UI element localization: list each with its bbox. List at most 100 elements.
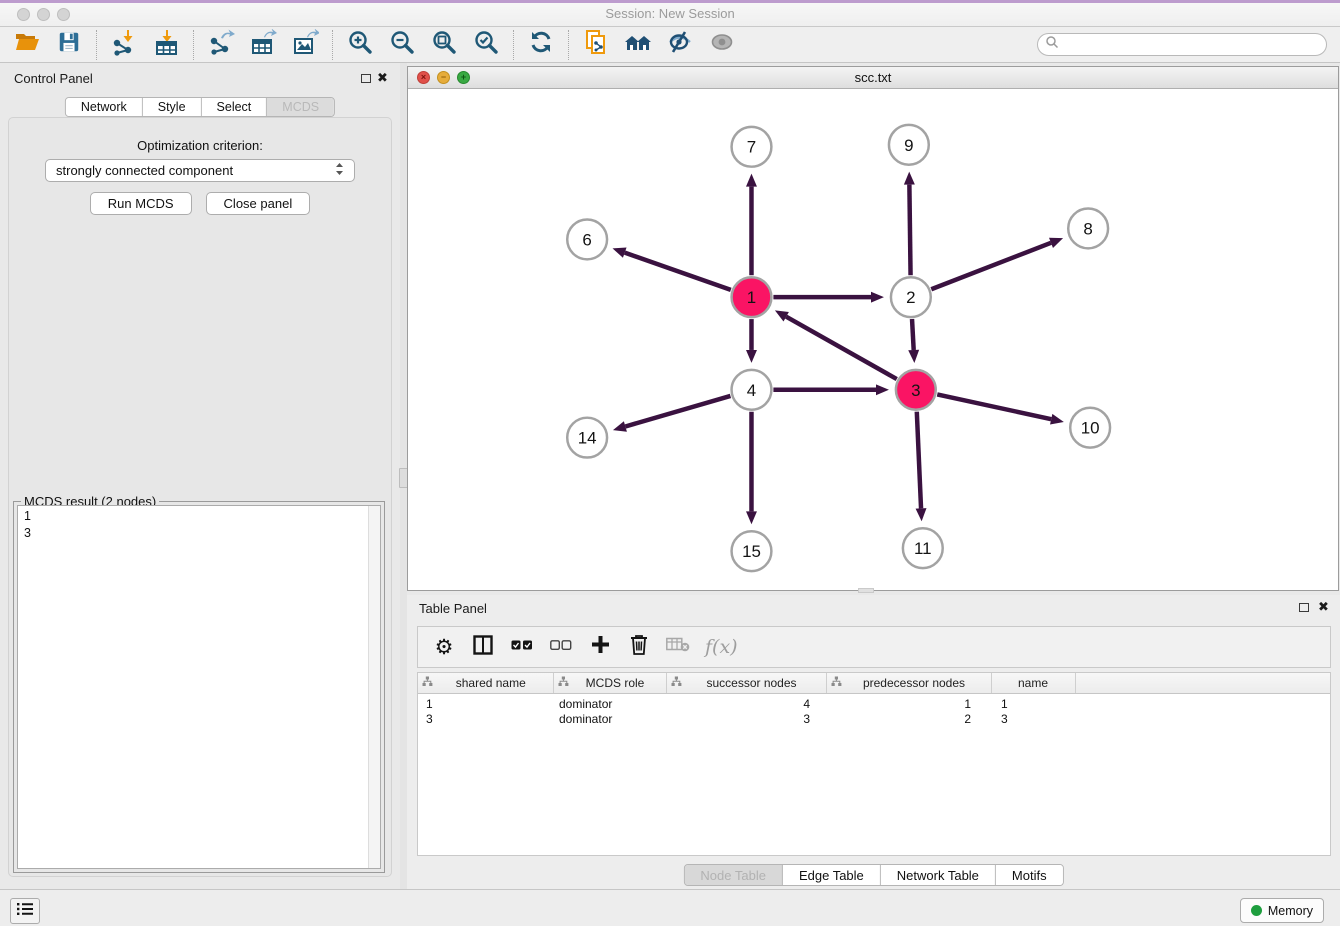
export-table-button[interactable] <box>242 29 284 61</box>
network-canvas[interactable]: 7 9 6 8 1 2 4 3 14 10 15 11 <box>408 89 1338 590</box>
graph-node-4[interactable]: 4 <box>732 370 772 410</box>
zoom-selected-icon <box>473 29 500 61</box>
graph-edge-4-14[interactable] <box>625 396 730 427</box>
import-network-button[interactable] <box>103 29 145 61</box>
tab-motifs[interactable]: Motifs <box>996 865 1063 885</box>
task-history-button[interactable] <box>10 898 40 924</box>
float-panel-icon[interactable] <box>1299 603 1309 612</box>
edge-arrowhead <box>871 292 884 303</box>
trash-icon <box>630 634 648 660</box>
mcds-result-list[interactable]: 1 3 <box>17 505 381 869</box>
graph-edge-3-1[interactable] <box>786 317 897 379</box>
refresh-view-button[interactable] <box>520 29 562 61</box>
graph-node-1[interactable]: 1 <box>732 277 772 317</box>
graph-edge-2-8[interactable] <box>931 243 1051 289</box>
graph-node-3[interactable]: 3 <box>896 370 936 410</box>
open-folder-icon <box>14 29 40 60</box>
table-row[interactable]: 1dominator411 <box>418 693 1330 711</box>
horizontal-splitter-grip[interactable] <box>858 588 874 593</box>
close-panel-icon[interactable]: ✖ <box>1318 602 1329 612</box>
title-bar: Session: New Session <box>0 0 1340 27</box>
graph-node-11[interactable]: 11 <box>903 528 943 568</box>
table-toolbar: ⚙ <box>417 626 1331 668</box>
zoom-out-icon <box>389 29 416 61</box>
graph-node-15[interactable]: 15 <box>732 531 772 571</box>
close-panel-button[interactable]: Close panel <box>206 192 311 215</box>
scrollbar[interactable] <box>368 506 380 868</box>
deselect-all-button[interactable] <box>549 633 573 661</box>
search-box[interactable] <box>1037 33 1327 56</box>
function-builder-button[interactable]: f(x) <box>705 633 738 661</box>
close-panel-icon[interactable]: ✖ <box>377 73 388 83</box>
settings-button[interactable]: ⚙ <box>432 633 456 661</box>
column-header-mcds-role[interactable]: MCDS role <box>553 673 666 693</box>
split-view-button[interactable] <box>471 633 495 661</box>
select-chevrons-icon <box>335 162 344 179</box>
column-header-shared-name[interactable]: shared name <box>418 673 553 693</box>
table-row[interactable]: 3dominator323 <box>418 711 1330 727</box>
import-table-button[interactable] <box>145 29 187 61</box>
zoom-selected-button[interactable] <box>465 29 507 61</box>
memory-button[interactable]: Memory <box>1240 898 1324 923</box>
result-line: 1 <box>18 506 380 525</box>
import-table-icon <box>153 29 180 61</box>
graph-node-14[interactable]: 14 <box>567 418 607 458</box>
search-icon <box>1045 35 1059 54</box>
svg-text:7: 7 <box>747 138 756 157</box>
memory-label: Memory <box>1268 904 1313 918</box>
graph-node-6[interactable]: 6 <box>567 219 607 259</box>
network-graph: 7 9 6 8 1 2 4 3 14 10 15 11 <box>408 89 1338 590</box>
hide-panels-button[interactable] <box>659 29 701 61</box>
tab-edge-table[interactable]: Edge Table <box>783 865 881 885</box>
criterion-select[interactable]: strongly connected component <box>45 159 355 182</box>
column-header-successor-nodes[interactable]: successor nodes <box>666 673 826 693</box>
export-image-button[interactable] <box>284 29 326 61</box>
delete-column-button[interactable] <box>627 633 651 661</box>
zoom-out-button[interactable] <box>381 29 423 61</box>
column-header-predecessor-nodes[interactable]: predecessor nodes <box>826 673 991 693</box>
network-window-titlebar[interactable]: × − + scc.txt <box>408 67 1338 89</box>
eye-slash-icon <box>666 29 694 60</box>
edge-arrowhead <box>746 174 757 187</box>
graph-node-2[interactable]: 2 <box>891 277 931 317</box>
graph-node-7[interactable]: 7 <box>732 127 772 167</box>
tab-network-table[interactable]: Network Table <box>881 865 996 885</box>
table-panel-title: Table Panel <box>419 601 487 616</box>
mcds-panel: Optimization criterion: strongly connect… <box>8 117 392 877</box>
column-header-name[interactable]: name <box>991 673 1075 693</box>
graph-node-9[interactable]: 9 <box>889 125 929 165</box>
svg-text:11: 11 <box>914 539 932 558</box>
graph-node-8[interactable]: 8 <box>1068 209 1108 249</box>
clone-network-button[interactable] <box>575 29 617 61</box>
float-panel-icon[interactable] <box>361 74 371 83</box>
graph-edge-1-6[interactable] <box>625 253 731 290</box>
show-view-button[interactable] <box>701 29 743 61</box>
tab-mcds[interactable]: MCDS <box>267 98 334 116</box>
graph-node-10[interactable]: 10 <box>1070 408 1110 448</box>
status-bar: Memory <box>0 889 1340 926</box>
graph-edge-2-9[interactable] <box>909 185 910 276</box>
tab-network[interactable]: Network <box>66 98 143 116</box>
run-mcds-button[interactable]: Run MCDS <box>90 192 192 215</box>
destroy-table-button[interactable] <box>666 633 690 661</box>
add-column-button[interactable] <box>588 633 612 661</box>
tab-select[interactable]: Select <box>202 98 268 116</box>
save-session-button[interactable] <box>48 29 90 61</box>
zoom-in-button[interactable] <box>339 29 381 61</box>
home-button[interactable] <box>617 29 659 61</box>
zoom-fit-button[interactable] <box>423 29 465 61</box>
tab-style[interactable]: Style <box>143 98 202 116</box>
clone-network-icon <box>583 29 610 61</box>
mcds-result-group: MCDS result (2 nodes) 1 3 <box>13 501 385 873</box>
tab-node-table[interactable]: Node Table <box>684 865 783 885</box>
graph-edge-3-10[interactable] <box>937 394 1051 419</box>
search-input[interactable] <box>1063 38 1326 52</box>
graph-edge-3-11[interactable] <box>917 412 921 509</box>
svg-text:3: 3 <box>911 381 920 400</box>
columns-icon <box>473 635 493 660</box>
open-session-button[interactable] <box>6 29 48 61</box>
export-network-button[interactable] <box>200 29 242 61</box>
select-all-button[interactable] <box>510 633 534 661</box>
tree-icon <box>831 676 842 690</box>
graph-edge-2-3[interactable] <box>912 319 914 350</box>
